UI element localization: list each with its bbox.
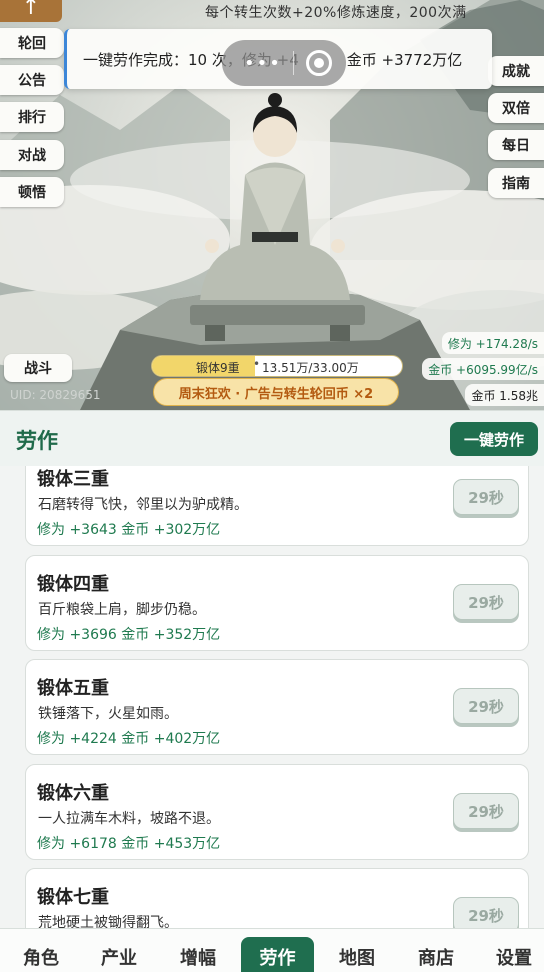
task-cooldown-button[interactable]: 29秒 <box>453 584 519 620</box>
task-description: 百斤粮袋上肩，脚步仍稳。 <box>38 602 206 618</box>
versus-button[interactable]: 对战 <box>0 140 64 170</box>
miniprogram-capsule[interactable]: ••• <box>222 40 346 86</box>
up-arrow-icon: ↑ <box>21 0 41 20</box>
task-description: 石磨转得飞快，邻里以为驴成精。 <box>38 497 248 513</box>
task-cooldown-button[interactable]: 29秒 <box>453 479 519 515</box>
task-description: 荒地硬土被锄得翻飞。 <box>38 915 178 928</box>
nav-tab-character[interactable]: 角色 <box>6 929 76 972</box>
task-cooldown-button[interactable]: 29秒 <box>453 793 519 829</box>
task-description: 铁锤落下，火星如雨。 <box>38 706 178 722</box>
work-task-list[interactable]: 锻体三重 石磨转得飞快，邻里以为驴成精。 修为 +3643 金币 +302万亿 … <box>0 466 544 928</box>
nav-tab-industry[interactable]: 产业 <box>84 929 154 972</box>
task-card: 锻体四重 百斤粮袋上肩，脚步仍稳。 修为 +3696 金币 +352万亿 29秒 <box>25 555 529 651</box>
work-section-title: 劳作 <box>16 429 58 453</box>
task-cooldown-button[interactable]: 29秒 <box>453 688 519 724</box>
guide-button[interactable]: 指南 <box>488 168 544 198</box>
rebirth-bonus-banner: 每个转生次数+20%修炼速度，200次满 <box>205 5 467 21</box>
task-name: 锻体三重 <box>37 469 109 490</box>
close-ring-icon[interactable] <box>305 50 332 76</box>
task-card: 锻体三重 石磨转得飞快，邻里以为驴成精。 修为 +3643 金币 +302万亿 … <box>25 466 529 546</box>
hero-scene: ↑ 每个转生次数+20%修炼速度，200次满 轮回 公告 排行 对战 顿悟 成就… <box>0 0 544 410</box>
task-name: 锻体四重 <box>37 574 109 595</box>
task-name: 锻体五重 <box>37 678 109 699</box>
task-card: 锻体六重 一人拉满车木料，坡路不退。 修为 +6178 金币 +453万亿 29… <box>25 764 529 860</box>
cultivation-rate: 修为 +174.28/s <box>441 332 544 354</box>
task-card: 锻体七重 荒地硬土被锄得翻飞。 29秒 <box>25 868 529 928</box>
task-reward: 修为 +3696 金币 +352万亿 <box>37 627 221 643</box>
back-arrow-button[interactable]: ↑ <box>0 0 62 22</box>
task-name: 锻体六重 <box>37 783 109 804</box>
nav-tab-map[interactable]: 地图 <box>322 929 392 972</box>
weekend-promo-banner[interactable]: 周末狂欢 · 广告与转生轮回币 ×2 <box>153 378 399 406</box>
battle-button[interactable]: 战斗 <box>4 354 72 382</box>
realm-name: 锻体9重 <box>196 361 240 375</box>
announcement-button[interactable]: 公告 <box>0 65 64 95</box>
task-name: 锻体七重 <box>37 887 109 908</box>
bottom-navigation: 角色 产业 增幅 劳作 地图 商店 设置 <box>0 928 544 972</box>
nav-tab-shop[interactable]: 商店 <box>401 929 471 972</box>
user-id: UID: 20829651 <box>10 388 101 402</box>
capsule-divider <box>293 51 295 75</box>
achievements-button[interactable]: 成就 <box>488 56 544 86</box>
realm-progress-text: 13.51万/33.00万 <box>262 361 359 375</box>
work-section-header: 劳作 一键劳作 <box>0 410 544 466</box>
nav-tab-work[interactable]: 劳作 <box>241 937 314 972</box>
nav-tab-boost[interactable]: 增幅 <box>163 929 233 972</box>
realm-separator: • <box>253 357 261 371</box>
ranking-button[interactable]: 排行 <box>0 102 64 132</box>
nav-tab-settings[interactable]: 设置 <box>479 929 544 972</box>
task-reward: 修为 +4224 金币 +402万亿 <box>37 731 221 747</box>
gold-rate: 金币 +6095.99亿/s <box>422 358 544 380</box>
more-dots-icon[interactable]: ••• <box>244 53 282 74</box>
task-reward: 修为 +3643 金币 +302万亿 <box>37 522 221 538</box>
reincarnation-button[interactable]: 轮回 <box>0 28 64 58</box>
task-card: 锻体五重 铁锤落下，火星如雨。 修为 +4224 金币 +402万亿 29秒 <box>25 659 529 755</box>
task-cooldown-button[interactable]: 29秒 <box>453 897 519 928</box>
notice-gold: 金币 +3772万亿 <box>346 50 463 69</box>
gold-total: 金币 1.58兆 <box>465 384 544 406</box>
realm-progress-bar: 锻体9重 • 13.51万/33.00万 <box>151 355 403 377</box>
daily-button[interactable]: 每日 <box>488 130 544 160</box>
enlightenment-button[interactable]: 顿悟 <box>0 177 64 207</box>
task-description: 一人拉满车木料，坡路不退。 <box>38 811 220 827</box>
double-button[interactable]: 双倍 <box>488 93 544 123</box>
one-click-work-button[interactable]: 一键劳作 <box>450 422 538 456</box>
task-reward: 修为 +6178 金币 +453万亿 <box>37 836 221 852</box>
